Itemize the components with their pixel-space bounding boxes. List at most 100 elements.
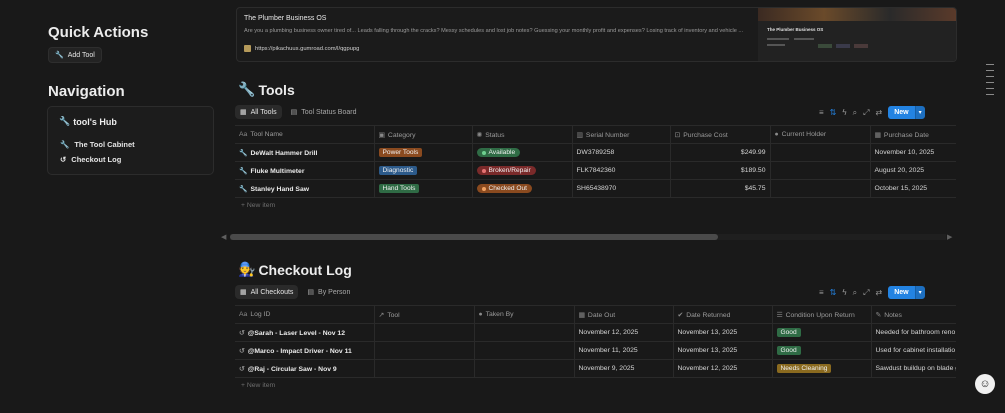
settings-icon[interactable]: ⇄	[876, 288, 883, 297]
add-tool-button[interactable]: 🔧 Add Tool	[48, 47, 102, 63]
automation-icon[interactable]: ϟ	[842, 108, 846, 117]
tools-title: 🔧 Tools	[238, 81, 295, 98]
wrench-icon: 🔧	[239, 185, 248, 193]
tools-toolbar: ≡ ⇅ ϟ ⌕ ⤢ ⇄ New ▾	[819, 106, 925, 119]
col-notes[interactable]: ✎ Notes	[871, 305, 956, 324]
scroll-right-icon[interactable]: ▶	[947, 233, 952, 241]
assistant-face-icon: ☺	[979, 378, 991, 390]
chevron-down-icon[interactable]: ▾	[914, 106, 925, 119]
relation-icon: ↗	[378, 311, 385, 319]
select-icon: ▣	[378, 131, 385, 139]
number-icon: ▥	[576, 131, 583, 139]
bookmark-url: https://pikachuus.gumroad.com/l/qgpupg	[255, 45, 360, 52]
col-category[interactable]: ▣ Category	[374, 125, 473, 144]
checkout-table: Aa Log ID ↗ Tool ● Taken By ▦ Date Out ✔ Date…	[235, 305, 956, 378]
checkout-toolbar: ≡ ⇅ ϟ ⌕ ⤢ ⇄ New ▾	[819, 286, 925, 299]
history-icon: ↺	[239, 365, 245, 373]
expand-icon[interactable]: ⤢	[863, 288, 869, 298]
tab-all-checkouts[interactable]: ▦ All Checkouts	[235, 285, 299, 299]
bookmark-description: Are you a plumbing business owner tired …	[244, 28, 744, 34]
edit-icon: ✎	[875, 311, 882, 319]
category-tag: Diagnostic	[378, 166, 418, 175]
technician-icon: 🧑‍🔧	[238, 261, 256, 277]
wrench-icon: 🔧	[55, 52, 64, 59]
person-icon: ●	[478, 311, 483, 318]
expand-icon[interactable]: ⤢	[863, 108, 869, 118]
history-icon: ↺	[60, 155, 67, 164]
col-holder[interactable]: ● Current Holder	[770, 125, 871, 144]
bookmark-title: The Plumber Business OS	[244, 15, 327, 22]
bookmark-thumbnail: The Plumber Business OS	[758, 8, 956, 61]
search-icon[interactable]: ⌕	[853, 288, 857, 298]
help-avatar-button[interactable]: ☺	[975, 374, 995, 394]
search-icon[interactable]: ⌕	[853, 108, 857, 118]
category-tag: Hand Tools	[378, 184, 420, 193]
scroll-left-icon[interactable]: ◀	[221, 233, 226, 241]
tab-all-tools[interactable]: ▦ All Tools	[235, 105, 282, 119]
status-badge: Checked Out	[476, 184, 532, 193]
col-serial[interactable]: ▥ Serial Number	[572, 125, 671, 144]
col-date-out[interactable]: ▦ Date Out	[574, 305, 674, 324]
tab-by-person[interactable]: ▤ By Person	[302, 285, 355, 299]
tab-tool-status-board[interactable]: ▤ Tool Status Board	[286, 105, 362, 119]
text-icon: Aa	[239, 131, 248, 138]
calendar-icon: ▦	[874, 131, 881, 139]
col-status[interactable]: ✺ Status	[472, 125, 573, 144]
status-badge: Available	[476, 148, 521, 157]
table-row[interactable]: 🔧 Fluke Multimeter Diagnostic Broken/Repa…	[235, 161, 956, 180]
navigation-title: Navigation	[48, 83, 125, 100]
nav-link-tool-cabinet[interactable]: 🔧 The Tool Cabinet	[60, 140, 135, 149]
select-icon: ☰	[776, 311, 783, 319]
sort-icon[interactable]: ⇅	[830, 288, 837, 297]
status-icon: ✺	[476, 131, 483, 139]
table-row[interactable]: ↺ @Marco - Impact Driver - Nov 11 Novembe…	[235, 341, 956, 360]
status-badge: Broken/Repair	[476, 166, 536, 175]
board-icon: ▤	[307, 289, 315, 296]
checkout-log-title: 🧑‍🔧 Checkout Log	[238, 261, 352, 278]
horizontal-scrollbar[interactable]	[230, 234, 946, 240]
table-row[interactable]: 🔧 Stanley Hand Saw Hand Tools Checked Out…	[235, 179, 956, 198]
settings-icon[interactable]: ⇄	[876, 108, 883, 117]
person-icon: ●	[774, 131, 779, 138]
check-circle-icon: ✔	[677, 311, 684, 319]
tools-new-button[interactable]: New ▾	[888, 106, 925, 119]
filter-icon[interactable]: ≡	[819, 288, 824, 297]
col-taken-by[interactable]: ● Taken By	[474, 305, 575, 324]
tools-table: Aa Tool Name ▣ Category ✺ Status ▥ Serial Nu…	[235, 125, 956, 198]
table-row[interactable]: ↺ @Raj - Circular Saw - Nov 9 November 9,…	[235, 359, 956, 378]
table-icon: ▦	[240, 289, 247, 296]
col-tool[interactable]: ↗ Tool	[374, 305, 475, 324]
quick-actions-title: Quick Actions	[48, 24, 149, 41]
navigation-box: 🔧 tool's Hub 🔧 The Tool Cabinet ↺ Checkout…	[47, 106, 214, 175]
wrench-icon: 🔧	[238, 81, 256, 97]
col-date-returned[interactable]: ✔ Date Returned	[673, 305, 773, 324]
wrench-icon: 🔧	[239, 149, 248, 157]
board-icon: ▤	[290, 109, 298, 116]
chevron-down-icon[interactable]: ▾	[914, 286, 925, 299]
currency-icon: ⊡	[674, 131, 681, 139]
table-row[interactable]: ↺ @Sarah - Laser Level - Nov 12 November …	[235, 323, 956, 342]
calendar-icon: ▦	[578, 311, 585, 319]
checkout-new-item[interactable]: + New item	[241, 382, 275, 389]
col-condition[interactable]: ☰ Condition Upon Return	[772, 305, 872, 324]
col-log-id[interactable]: Aa Log ID	[235, 305, 375, 324]
scroll-thumb[interactable]	[230, 234, 718, 240]
bookmark-card[interactable]: The Plumber Business OS Are you a plumbi…	[236, 7, 957, 62]
condition-tag: Good	[776, 328, 801, 337]
table-row[interactable]: 🔧 DeWalt Hammer Drill Power Tools Availab…	[235, 143, 956, 162]
tools-new-item[interactable]: + New item	[241, 202, 275, 209]
col-purchase-date[interactable]: ▦ Purchase Date	[870, 125, 956, 144]
wrench-icon: 🔧	[60, 140, 70, 149]
wrench-icon: 🔧	[239, 167, 248, 175]
checkout-new-button[interactable]: New ▾	[888, 286, 925, 299]
filter-icon[interactable]: ≡	[819, 108, 824, 117]
automation-icon[interactable]: ϟ	[842, 288, 846, 297]
category-tag: Power Tools	[378, 148, 423, 157]
favicon-icon	[244, 45, 251, 52]
history-icon: ↺	[239, 329, 245, 337]
table-of-contents[interactable]	[986, 64, 994, 100]
col-tool-name[interactable]: Aa Tool Name	[235, 125, 375, 144]
nav-link-checkout-log[interactable]: ↺ Checkout Log	[60, 155, 121, 164]
col-cost[interactable]: ⊡ Purchase Cost	[670, 125, 771, 144]
sort-icon[interactable]: ⇅	[830, 108, 837, 117]
